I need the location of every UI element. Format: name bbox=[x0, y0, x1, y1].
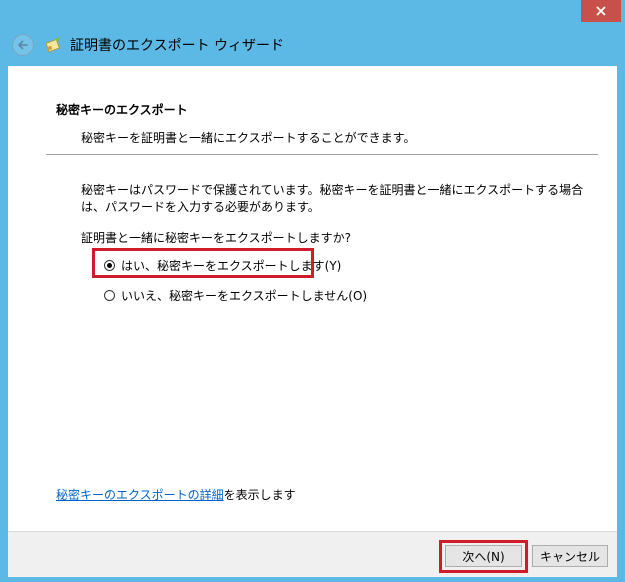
wizard-content: 秘密キーのエクスポート 秘密キーを証明書と一緒にエクスポートすることができます。… bbox=[8, 66, 617, 531]
export-details-link[interactable]: 秘密キーのエクスポートの詳細 bbox=[56, 488, 224, 502]
back-arrow-icon bbox=[18, 40, 28, 50]
export-question: 証明書と一緒に秘密キーをエクスポートしますか? bbox=[81, 231, 352, 245]
radio-option-export-no[interactable]: いいえ、秘密キーをエクスポートしません(O) bbox=[104, 287, 367, 304]
radio-option-export-yes[interactable]: はい、秘密キーをエクスポートします(Y) bbox=[104, 257, 341, 274]
header-divider bbox=[46, 154, 598, 155]
detail-link-suffix: を表示します bbox=[223, 488, 296, 502]
description-text: 秘密キーはパスワードで保護されています。秘密キーを証明書と一緒にエクスポートする… bbox=[81, 183, 584, 214]
certificate-wizard-icon bbox=[44, 36, 62, 54]
wizard-titlebar: 証明書のエクスポート ウィザード bbox=[8, 28, 617, 62]
window-title: 証明書のエクスポート ウィザード bbox=[70, 38, 285, 54]
page-subtitle: 秘密キーを証明書と一緒にエクスポートすることができます。 bbox=[81, 131, 416, 145]
page-title: 秘密キーのエクスポート bbox=[56, 103, 188, 117]
radio-button-no[interactable] bbox=[104, 290, 115, 301]
next-button[interactable]: 次へ(N) bbox=[445, 545, 522, 567]
wizard-window: 証明書のエクスポート ウィザード 秘密キーのエクスポート 秘密キーを証明書と一緒… bbox=[0, 0, 625, 582]
wizard-footer: 次へ(N) キャンセル bbox=[8, 531, 617, 577]
radio-button-yes[interactable] bbox=[104, 260, 115, 271]
close-icon bbox=[596, 6, 606, 16]
detail-link-row: 秘密キーのエクスポートの詳細を表示します bbox=[56, 486, 296, 503]
cancel-button[interactable]: キャンセル bbox=[532, 545, 608, 567]
close-button[interactable] bbox=[581, 0, 621, 22]
radio-label-no[interactable]: いいえ、秘密キーをエクスポートしません(O) bbox=[121, 287, 367, 304]
radio-label-yes[interactable]: はい、秘密キーをエクスポートします(Y) bbox=[121, 257, 341, 274]
back-button[interactable] bbox=[12, 34, 34, 56]
